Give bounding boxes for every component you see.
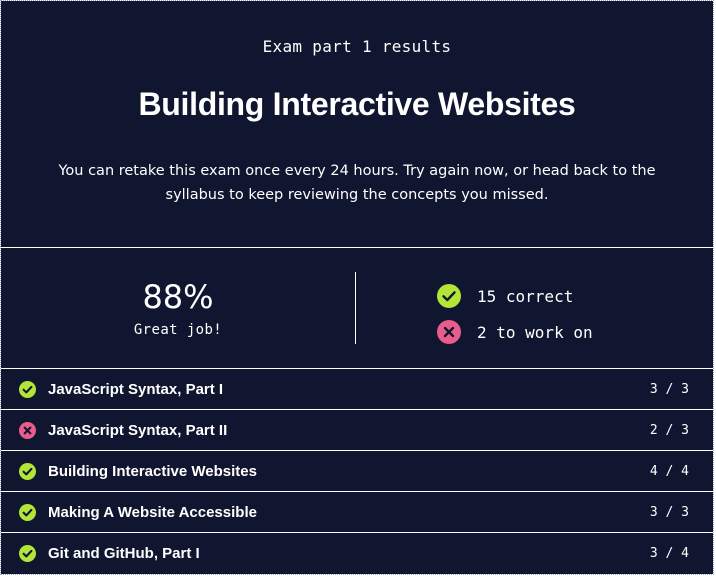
score-box: 88% Great job!: [1, 248, 355, 368]
incorrect-count-label: 2 to work on: [477, 322, 593, 342]
topic-score: 3 / 3: [649, 381, 689, 397]
check-icon: [19, 503, 36, 521]
incorrect-count: 2 to work on: [437, 314, 593, 350]
topic-list: JavaScript Syntax, Part I 3 / 3 JavaScri…: [1, 369, 713, 574]
topic-score: 3 / 3: [649, 504, 689, 520]
topic-name: Git and GitHub, Part I: [48, 545, 200, 562]
topic-name: Building Interactive Websites: [48, 462, 257, 480]
topic-score: 2 / 3: [649, 422, 689, 438]
topic-score: 4 / 4: [649, 463, 689, 479]
topic-row: Making A Website Accessible 3 / 3: [1, 492, 713, 533]
correct-count: 15 correct: [437, 278, 593, 314]
correct-count-label: 15 correct: [477, 286, 574, 306]
x-icon: [437, 320, 461, 344]
exam-part-label: Exam part 1 results: [262, 37, 452, 56]
topic-name: JavaScript Syntax, Part II: [48, 421, 228, 439]
score-percentage: 88%: [142, 278, 214, 316]
answer-tally: 15 correct 2 to work on: [437, 278, 593, 350]
page-title: Building Interactive Websites: [138, 86, 576, 122]
topic-row: Building Interactive Websites 4 / 4: [1, 451, 713, 492]
topic-score: 3 / 4: [649, 546, 689, 561]
retake-description: You can retake this exam once every 24 h…: [58, 163, 656, 203]
check-icon: [19, 380, 36, 398]
topic-row: Git and GitHub, Part I 3 / 4: [1, 533, 713, 574]
topic-name: Making A Website Accessible: [48, 503, 257, 521]
x-icon: [19, 421, 36, 439]
results-card: Exam part 1 results Building Interactive…: [0, 0, 714, 575]
score-summary: 88% Great job! 15 correct 2 to work on: [1, 248, 713, 369]
score-praise: Great job!: [133, 322, 223, 338]
check-icon: [437, 284, 461, 308]
summary-divider: [355, 272, 356, 344]
topic-name: JavaScript Syntax, Part I: [48, 380, 224, 398]
topic-row: JavaScript Syntax, Part I 3 / 3: [1, 369, 713, 410]
topic-row: JavaScript Syntax, Part II 2 / 3: [1, 410, 713, 451]
results-header: Exam part 1 results Building Interactive…: [1, 1, 713, 248]
check-icon: [19, 545, 36, 562]
check-icon: [19, 462, 36, 480]
